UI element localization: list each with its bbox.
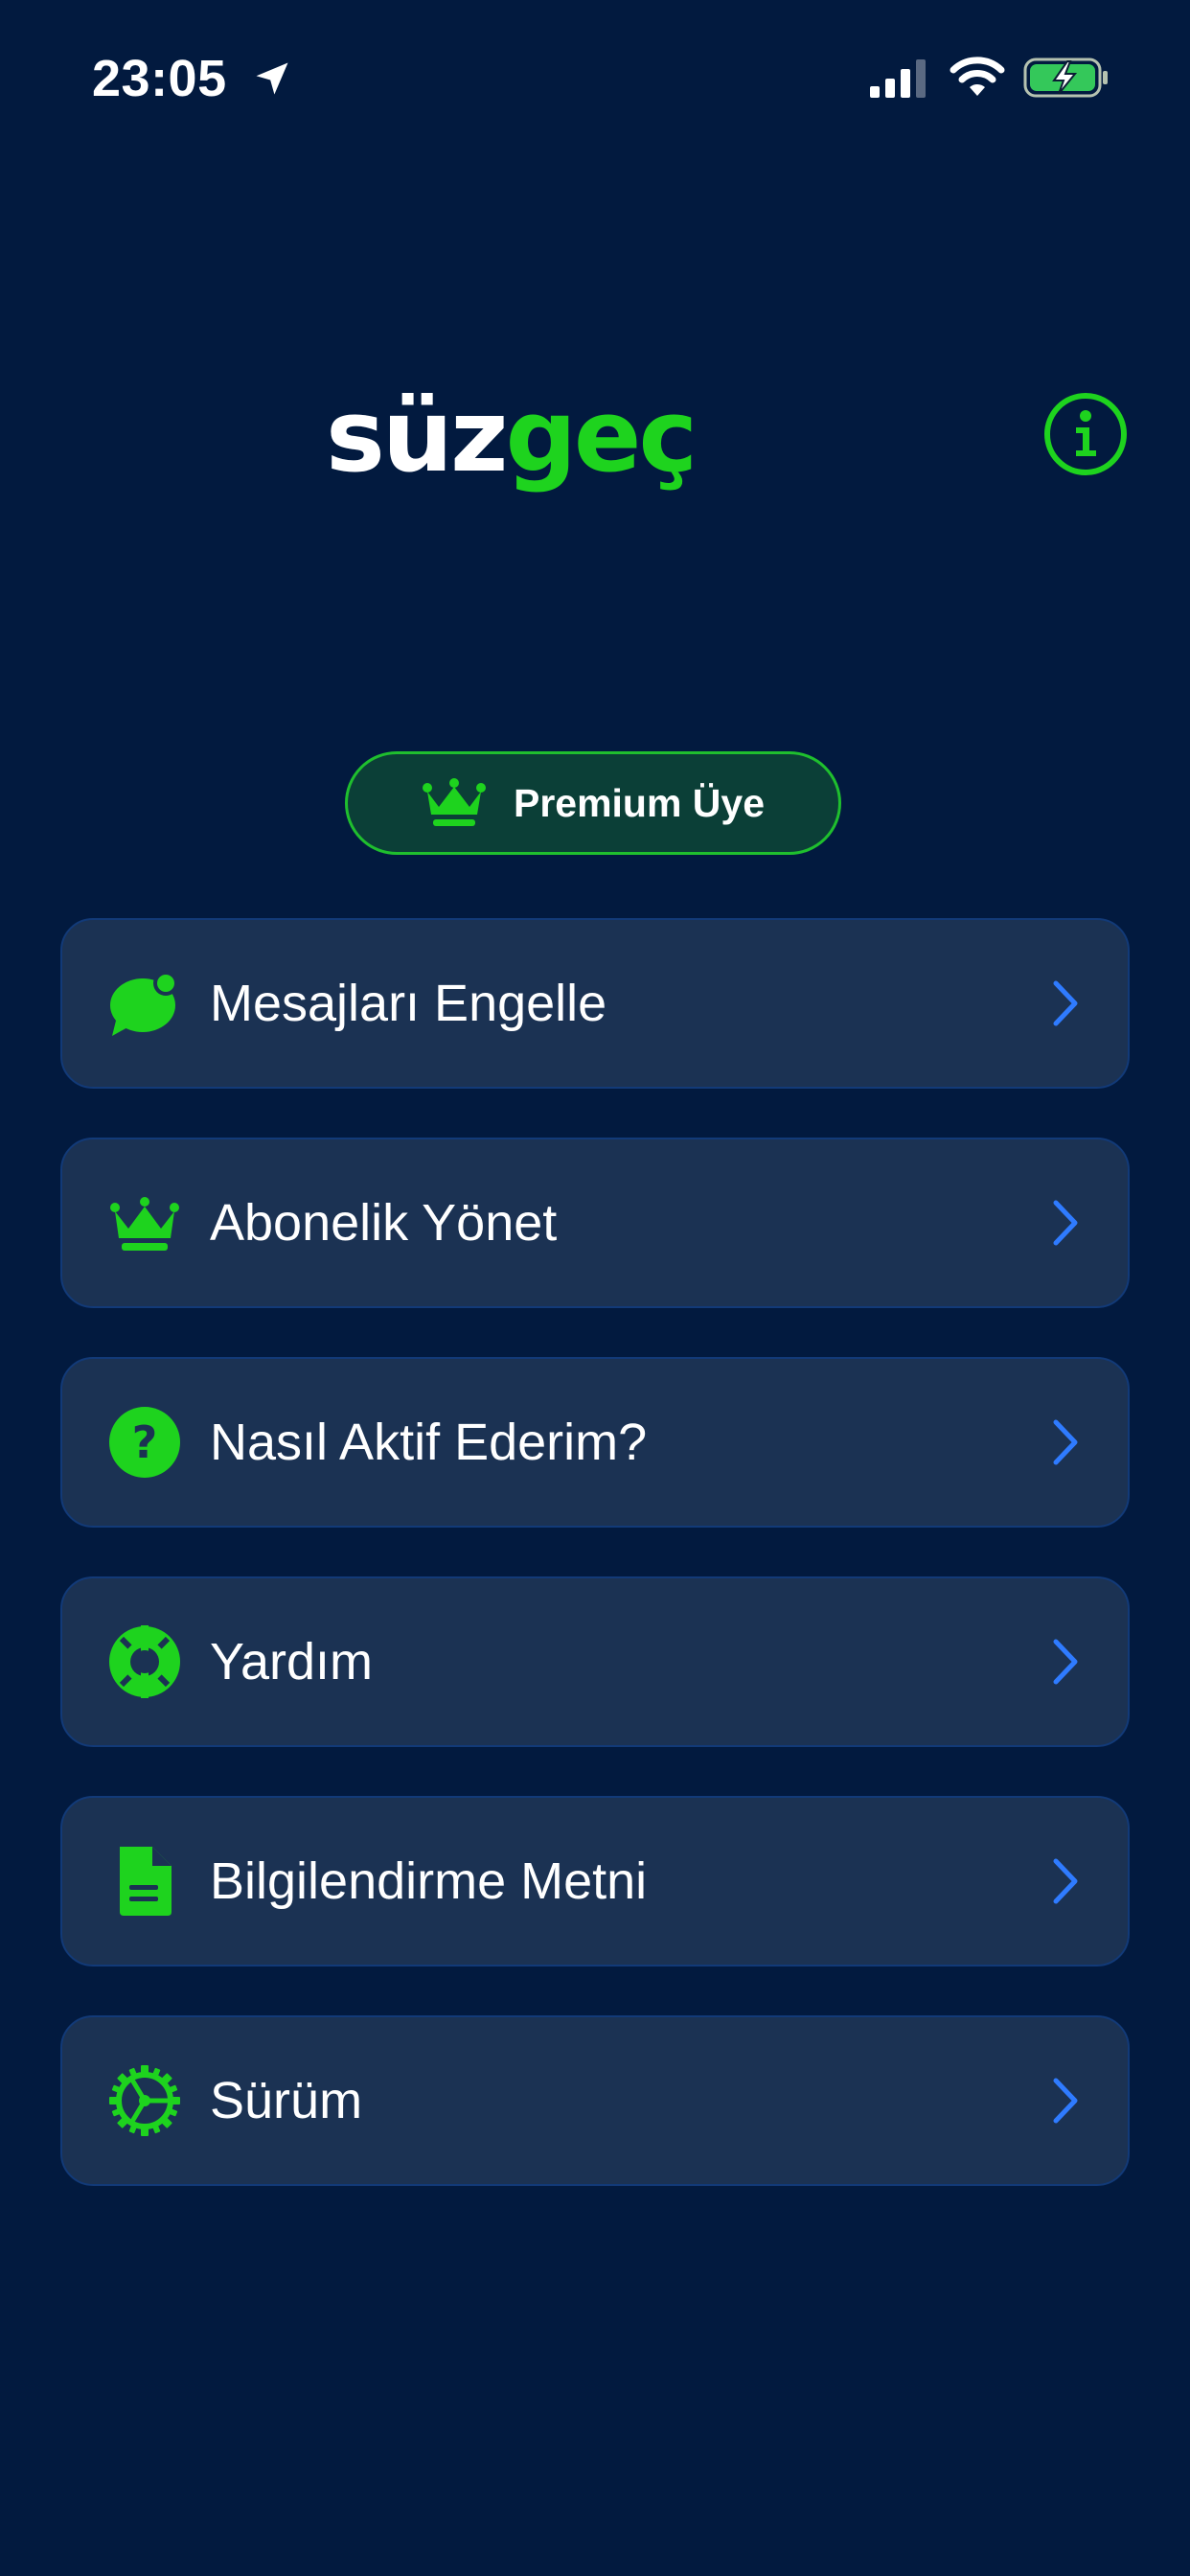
battery-charging-icon (1023, 58, 1108, 98)
menu-item-label: Bilgilendirme Metni (210, 1852, 648, 1910)
question-circle-icon: ? (109, 1407, 180, 1478)
version-gear-icon (109, 2065, 180, 2136)
chevron-right-icon (1053, 1200, 1078, 1246)
crown-icon (110, 1197, 179, 1251)
chevron-right-icon (1053, 1419, 1078, 1465)
menu-item-manage-subscription[interactable]: Abonelik Yönet (60, 1138, 1130, 1308)
menu-item-version[interactable]: Sürüm (60, 2015, 1130, 2186)
menu-item-information-text[interactable]: Bilgilendirme Metni (60, 1796, 1130, 1966)
location-arrow-icon (256, 62, 288, 95)
menu-item-label: Abonelik Yönet (210, 1194, 558, 1252)
menu-item-block-messages[interactable]: Mesajları Engelle (60, 918, 1130, 1089)
menu-item-help[interactable]: Yardım (60, 1576, 1130, 1747)
logo-text-part2: geç (505, 378, 698, 494)
crown-icon (422, 778, 486, 826)
premium-label: Premium Üye (513, 780, 766, 825)
menu-item-label: Mesajları Engelle (210, 975, 607, 1032)
cellular-signal-icon (870, 59, 926, 98)
menu-item-label: Sürüm (210, 2072, 363, 2129)
status-time: 23:05 (92, 50, 227, 107)
document-icon (120, 1847, 172, 1916)
menu-item-how-to-activate[interactable]: ? Nasıl Aktif Ederim? (60, 1357, 1130, 1528)
premium-member-badge: Premium Üye (345, 751, 841, 855)
app-logo: süzgeç (326, 364, 728, 508)
message-bubble-icon (110, 971, 178, 1036)
wifi-icon (950, 57, 1005, 96)
logo-text-part1: süz (326, 378, 508, 494)
svg-text:?: ? (132, 1416, 158, 1468)
status-bar: 23:05 (0, 0, 1190, 153)
info-icon[interactable] (1042, 391, 1129, 477)
chevron-right-icon (1053, 1858, 1078, 1904)
chevron-right-icon (1053, 1639, 1078, 1685)
chevron-right-icon (1053, 980, 1078, 1026)
menu-item-label: Nasıl Aktif Ederim? (210, 1414, 648, 1471)
chevron-right-icon (1053, 2078, 1078, 2124)
lifebuoy-icon (109, 1625, 180, 1698)
menu-item-label: Yardım (210, 1633, 374, 1690)
